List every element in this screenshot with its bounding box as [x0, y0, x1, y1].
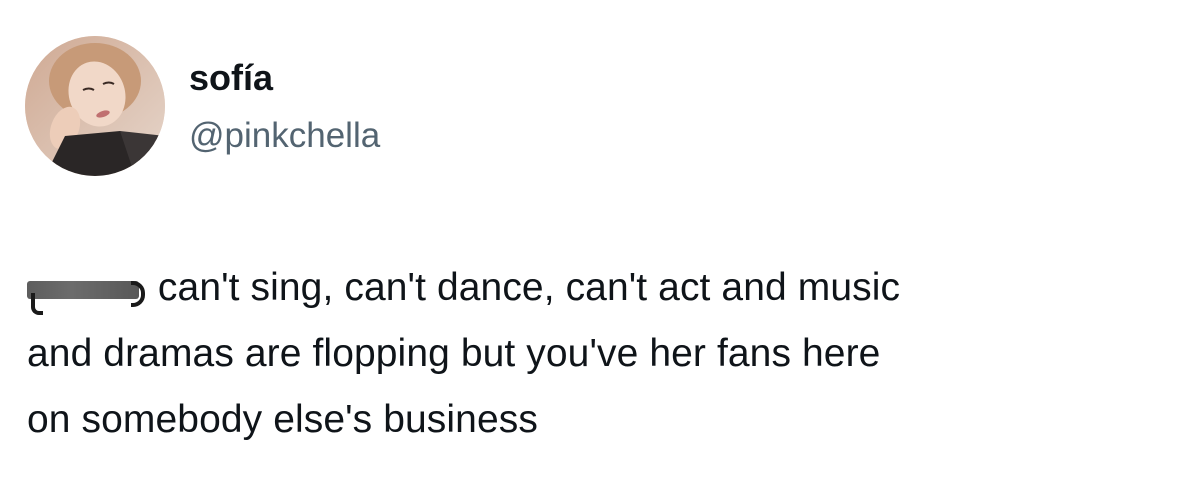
tweet-line-3: on somebody else's business [27, 398, 538, 441]
tweet-body: can't sing, can't dance, can't act and m… [27, 255, 1187, 453]
user-handle[interactable]: @pinkchella [189, 114, 380, 158]
tweet-card: sofía @pinkchella can't sing, can't danc… [0, 0, 1200, 482]
partial-letter [131, 281, 145, 307]
redacted-name [27, 273, 145, 315]
censor-bar [27, 281, 139, 299]
display-name[interactable]: sofía [189, 56, 273, 100]
avatar-photo-icon [25, 36, 165, 176]
partial-letter [31, 293, 43, 315]
avatar[interactable] [25, 36, 165, 176]
tweet-line-2: and dramas are flopping but you've her f… [27, 332, 881, 375]
tweet-line-1: can't sing, can't dance, can't act and m… [147, 266, 901, 309]
